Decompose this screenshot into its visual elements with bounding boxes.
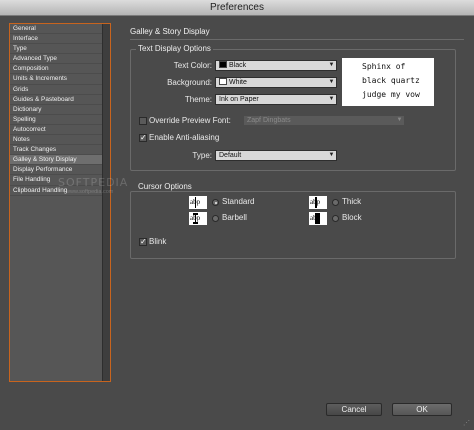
sidebar-item[interactable]: Display Performance xyxy=(10,165,103,176)
cursor-bar xyxy=(195,197,196,208)
preview-line: Sphinx of xyxy=(362,62,406,71)
preview-line: black quartz xyxy=(362,76,420,85)
thick-cursor-icon: abp xyxy=(309,196,327,209)
sidebar-item[interactable]: Notes xyxy=(10,135,103,146)
barbell-cursor-label: Barbell xyxy=(222,213,247,222)
sidebar-scrollbar[interactable] xyxy=(102,24,110,381)
panel-title: Galley & Story Display xyxy=(130,27,210,36)
text-display-options-label: Text Display Options xyxy=(136,44,213,53)
sidebar-item[interactable]: Composition xyxy=(10,64,103,75)
thick-cursor-label: Thick xyxy=(342,197,362,206)
enable-anti-aliasing-label: Enable Anti-aliasing xyxy=(149,133,220,142)
override-preview-font-checkbox[interactable] xyxy=(139,117,147,125)
standard-cursor-label: Standard xyxy=(222,197,255,206)
block-cursor-radio[interactable] xyxy=(332,215,339,222)
barbell-cursor-icon: abp xyxy=(189,212,207,225)
sidebar-item[interactable]: Advanced Type xyxy=(10,54,103,65)
chevron-down-icon: ▼ xyxy=(396,117,403,123)
sidebar-item[interactable]: Grids xyxy=(10,85,103,95)
cursor-options-label: Cursor Options xyxy=(136,182,194,191)
sidebar-item[interactable]: Guides & Pasteboard xyxy=(10,95,103,105)
panel-divider xyxy=(130,39,464,40)
theme-value: Ink on Paper xyxy=(219,96,259,103)
sidebar-item[interactable]: Dictionary xyxy=(10,105,103,115)
text-color-value: Black xyxy=(229,62,247,69)
text-color-dropdown[interactable]: Black ▼ xyxy=(215,60,337,71)
sidebar-item[interactable]: Interface xyxy=(10,34,103,45)
resize-grip-icon[interactable]: ⋰ xyxy=(463,419,470,427)
preview-line: judge my vow xyxy=(362,90,420,99)
override-preview-font-label: Override Preview Font: xyxy=(149,116,231,125)
sidebar-item[interactable]: Track Changes xyxy=(10,145,103,156)
watermark-url: www.softpedia.com xyxy=(66,189,114,195)
standard-cursor-icon: abp xyxy=(189,196,207,209)
type-label: Type: xyxy=(192,151,212,160)
cursor-bar xyxy=(315,197,317,208)
type-dropdown[interactable]: Default ▼ xyxy=(215,150,337,161)
blink-checkbox[interactable]: ✓ xyxy=(139,238,147,246)
sidebar-item[interactable]: Autocorrect xyxy=(10,125,103,136)
cursor-bar-top xyxy=(193,213,198,215)
sidebar-item[interactable]: Spelling xyxy=(10,115,103,125)
type-value: Default xyxy=(219,152,242,159)
theme-label: Theme: xyxy=(184,95,212,104)
window-title: Preferences xyxy=(210,2,264,13)
cursor-block xyxy=(315,213,320,224)
chevron-down-icon: ▼ xyxy=(328,96,335,102)
sidebar-item[interactable]: Type xyxy=(10,44,103,55)
override-font-dropdown[interactable]: Zapf Dingbats ▼ xyxy=(243,115,405,126)
blink-label: Blink xyxy=(149,237,167,246)
chevron-down-icon: ▼ xyxy=(328,152,335,158)
sidebar-item[interactable]: General xyxy=(10,24,103,35)
barbell-cursor-radio[interactable] xyxy=(212,215,219,222)
text-color-swatch xyxy=(219,61,227,68)
standard-cursor-radio[interactable] xyxy=(212,199,219,206)
thick-cursor-radio[interactable] xyxy=(332,199,339,206)
theme-dropdown[interactable]: Ink on Paper ▼ xyxy=(215,94,337,105)
enable-anti-aliasing-checkbox[interactable]: ✓ xyxy=(139,134,147,142)
chevron-down-icon: ▼ xyxy=(328,79,335,85)
background-label: Background: xyxy=(167,78,212,87)
text-color-label: Text Color: xyxy=(173,61,212,70)
cursor-bar-bottom xyxy=(193,222,198,224)
block-cursor-label: Block xyxy=(342,213,362,222)
cursor-options-group xyxy=(130,191,456,259)
cancel-button[interactable]: Cancel xyxy=(326,403,382,416)
background-dropdown[interactable]: White ▼ xyxy=(215,77,337,88)
background-swatch xyxy=(219,78,227,85)
override-font-value: Zapf Dingbats xyxy=(247,117,291,124)
sidebar-item[interactable]: Units & Increments xyxy=(10,74,103,85)
watermark: SOFTPEDIA xyxy=(58,176,129,189)
ok-button[interactable]: OK xyxy=(392,403,452,416)
text-preview-box: Sphinx of black quartz judge my vow xyxy=(342,58,434,106)
block-cursor-icon: abp xyxy=(309,212,327,225)
sidebar-item[interactable]: Galley & Story Display xyxy=(10,155,103,166)
title-bar: Preferences xyxy=(0,0,474,16)
chevron-down-icon: ▼ xyxy=(328,62,335,68)
background-value: White xyxy=(229,79,247,86)
preferences-category-list[interactable]: General Interface Type Advanced Type Composi… xyxy=(9,23,111,382)
